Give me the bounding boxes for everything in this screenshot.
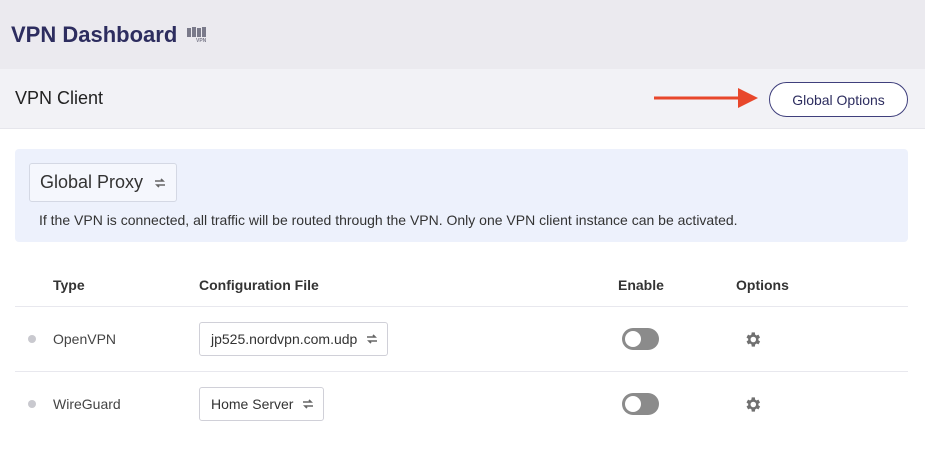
page-title: VPN Dashboard (11, 22, 178, 47)
section-title: VPN Client (15, 88, 104, 108)
vpn-logo-icon: VPN (187, 27, 208, 48)
row-divider (15, 371, 908, 372)
arrow-right-icon (654, 88, 760, 113)
header-divider (15, 306, 908, 307)
proxy-note: If the VPN is connected, all traffic wil… (39, 212, 738, 228)
global-options-button[interactable]: Global Options (769, 82, 908, 117)
toggle-knob (625, 396, 641, 412)
status-dot (28, 335, 36, 343)
enable-toggle-wireguard[interactable] (622, 393, 659, 415)
column-header-enable: Enable (618, 277, 664, 293)
column-header-options: Options (736, 277, 789, 293)
config-file-select-wireguard[interactable]: Home Server (199, 387, 325, 421)
config-file-value: jp525.nordvpn.com.udp (211, 331, 358, 347)
row-type-openvpn: OpenVPN (53, 331, 117, 347)
svg-text:VPN: VPN (196, 38, 207, 43)
enable-toggle-openvpn[interactable] (622, 328, 659, 350)
gear-icon[interactable] (743, 330, 762, 349)
swap-arrows-icon (367, 334, 378, 344)
column-header-config: Configuration File (199, 277, 319, 293)
config-file-select-openvpn[interactable]: jp525.nordvpn.com.udp (199, 322, 389, 356)
column-header-type: Type (53, 277, 85, 293)
row-type-wireguard: WireGuard (53, 396, 121, 412)
config-file-value: Home Server (211, 396, 294, 412)
proxy-mode-select[interactable]: Global Proxy (29, 163, 177, 202)
swap-arrows-icon (303, 399, 314, 409)
status-dot (28, 400, 36, 408)
swap-arrows-icon (155, 177, 166, 188)
proxy-mode-value: Global Proxy (40, 172, 144, 192)
gear-icon[interactable] (743, 395, 762, 414)
toggle-knob (625, 331, 641, 347)
